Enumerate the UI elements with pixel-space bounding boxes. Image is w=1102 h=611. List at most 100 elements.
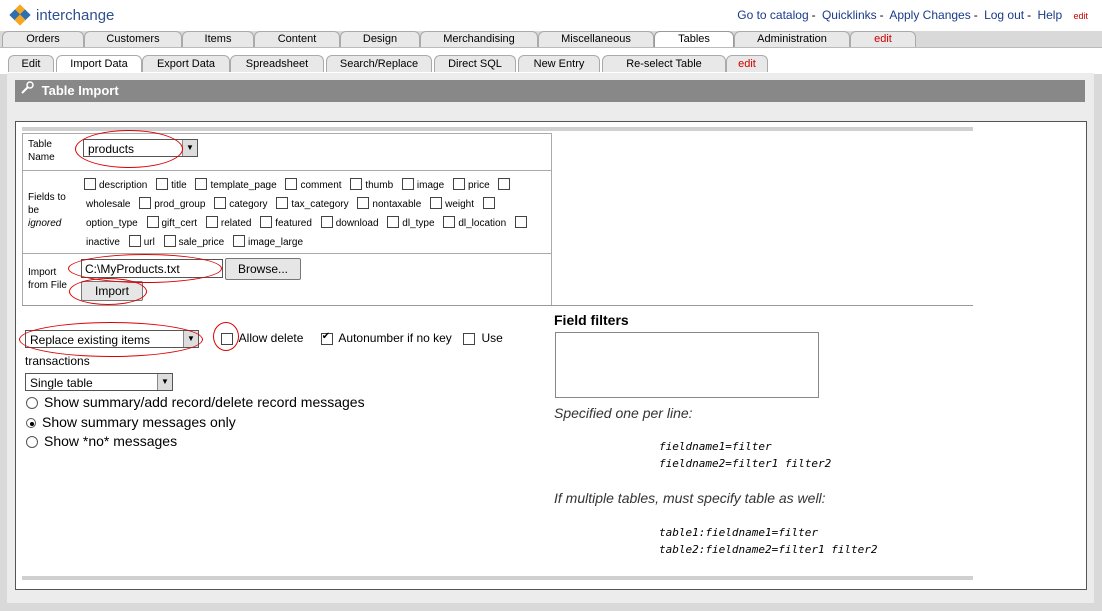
tab-design[interactable]: Design: [340, 31, 420, 47]
middle-divider: [22, 305, 973, 306]
main-tabs: Orders Customers Items Content Design Me…: [0, 31, 1102, 48]
table-name-select[interactable]: products ▼: [83, 139, 198, 157]
subtab-import-data[interactable]: Import Data: [56, 55, 142, 72]
filter-example-2b: table2:fieldname2=filter1 filter2: [659, 543, 878, 556]
tab-miscellaneous[interactable]: Miscellaneous: [538, 31, 654, 47]
tab-orders[interactable]: Orders: [2, 31, 84, 47]
log-out-link[interactable]: Log out: [984, 8, 1024, 22]
field-checkbox[interactable]: [205, 216, 218, 228]
autonumber-checkbox[interactable]: [320, 331, 333, 345]
help-link[interactable]: Help: [1037, 8, 1062, 22]
subtab-direct-sql[interactable]: Direct SQL: [434, 55, 516, 72]
subtab-export-data[interactable]: Export Data: [142, 55, 230, 72]
field-checkbox[interactable]: [128, 235, 141, 247]
top-bar: interchange Go to catalog - Quicklinks - A…: [0, 0, 1102, 31]
field-filters-title: Field filters: [554, 312, 629, 328]
field-checkbox[interactable]: [320, 216, 333, 228]
top-links: Go to catalog - Quicklinks - Apply Changes…: [737, 8, 1088, 22]
chevron-down-icon: ▼: [183, 331, 198, 347]
tab-merchandising[interactable]: Merchandising: [420, 31, 538, 47]
import-button[interactable]: Import: [81, 281, 143, 301]
field-checkbox[interactable]: [482, 197, 495, 209]
field-checkbox[interactable]: [146, 216, 159, 228]
bottom-divider: [22, 576, 973, 580]
radio-option-summary[interactable]: Show summary messages only: [26, 414, 236, 430]
table-name-label: Table Name: [28, 139, 55, 163]
table-mode-select[interactable]: Single table ▼: [25, 373, 173, 391]
subtab-search-replace[interactable]: Search/Replace: [326, 55, 432, 72]
chevron-down-icon: ▼: [157, 374, 172, 390]
file-path-input[interactable]: C:\MyProducts.txt: [81, 259, 223, 278]
browse-button[interactable]: Browse...: [225, 258, 301, 280]
ignored-fields-checkboxes: description title template_page comment …: [84, 176, 546, 252]
field-checkbox[interactable]: [452, 178, 465, 190]
table-name-row: Table Name products ▼: [23, 130, 551, 171]
field-checkbox[interactable]: [156, 178, 169, 190]
field-checkbox[interactable]: [214, 197, 227, 209]
import-mode-select[interactable]: Replace existing items ▼: [25, 330, 199, 348]
field-checkbox[interactable]: [514, 216, 527, 228]
filters-hint-1: Specified one per line:: [554, 405, 693, 421]
main-panel: Table Import Table Name products ▼ Fields …: [7, 73, 1094, 603]
field-checkbox[interactable]: [357, 197, 370, 209]
tab-content[interactable]: Content: [254, 31, 340, 47]
page-title: Table Import: [41, 83, 119, 98]
field-checkbox[interactable]: [443, 216, 456, 228]
ignored-fields-row: Fields to be ignored description title tem…: [23, 171, 551, 254]
import-file-label: Import from File: [28, 267, 67, 291]
radio-button-selected[interactable]: [26, 418, 36, 429]
subtab-new-entry[interactable]: New Entry: [518, 55, 600, 72]
field-checkbox[interactable]: [232, 235, 245, 247]
page-title-bar: Table Import: [15, 80, 1085, 102]
logo-diamond-icon: [9, 4, 31, 26]
field-checkbox[interactable]: [195, 178, 208, 190]
options-line: Allow delete Autonumber if no key Use: [221, 331, 503, 345]
wrench-icon: [20, 80, 38, 102]
subtab-spreadsheet[interactable]: Spreadsheet: [230, 55, 324, 72]
subtab-reselect-table[interactable]: Re-select Table: [602, 55, 726, 72]
field-checkbox[interactable]: [430, 197, 443, 209]
subtab-edit-link[interactable]: edit: [726, 55, 768, 72]
allow-delete-label: Allow delete: [238, 331, 304, 345]
tab-items[interactable]: Items: [182, 31, 254, 47]
radio-option-all[interactable]: Show summary/add record/delete record me…: [26, 394, 365, 410]
field-checkbox[interactable]: [84, 178, 96, 190]
app-name: interchange: [36, 6, 115, 24]
go-to-catalog-link[interactable]: Go to catalog: [737, 8, 808, 22]
import-file-row: Import from File C:\MyProducts.txt Browse…: [23, 254, 551, 305]
radio-button[interactable]: [26, 397, 38, 410]
field-checkbox[interactable]: [350, 178, 363, 190]
tab-edit[interactable]: edit: [850, 31, 916, 47]
quicklinks-link[interactable]: Quicklinks: [822, 8, 877, 22]
field-checkbox[interactable]: [387, 216, 400, 228]
filters-hint-2: If multiple tables, must specify table a…: [554, 490, 826, 506]
apply-changes-link[interactable]: Apply Changes: [889, 8, 970, 22]
top-divider: [22, 127, 973, 131]
field-checkbox[interactable]: [498, 178, 511, 190]
field-checkbox[interactable]: [260, 216, 273, 228]
allow-delete-checkbox[interactable]: [221, 333, 233, 345]
field-filters-textarea[interactable]: [555, 332, 819, 398]
field-checkbox[interactable]: [276, 197, 289, 209]
tab-tables[interactable]: Tables: [654, 31, 734, 48]
radio-option-none[interactable]: Show *no* messages: [26, 433, 177, 449]
autonumber-label: Autonumber if no key: [338, 331, 452, 345]
tab-administration[interactable]: Administration: [734, 31, 850, 47]
field-checkbox[interactable]: [401, 178, 414, 190]
transactions-label: transactions: [25, 354, 90, 368]
import-form-area: Table Name products ▼ Fields to be ignored d…: [15, 121, 1087, 590]
chevron-down-icon: ▼: [182, 140, 197, 156]
field-checkbox[interactable]: [163, 235, 176, 247]
sub-tabs: Edit Import Data Export Data Spreadsheet…: [0, 47, 1102, 74]
filter-example-1b: fieldname2=filter1 filter2: [659, 457, 832, 470]
radio-button[interactable]: [26, 436, 38, 449]
field-checkbox[interactable]: [139, 197, 152, 209]
app-logo[interactable]: interchange: [9, 4, 115, 26]
use-transactions-checkbox[interactable]: [463, 333, 476, 345]
use-label: Use: [481, 331, 503, 345]
tab-customers[interactable]: Customers: [84, 31, 182, 47]
ignored-fields-label: Fields to be ignored: [28, 192, 66, 229]
field-checkbox[interactable]: [285, 178, 298, 190]
subtab-edit[interactable]: Edit: [8, 55, 54, 72]
top-edit-link[interactable]: edit: [1073, 11, 1088, 21]
